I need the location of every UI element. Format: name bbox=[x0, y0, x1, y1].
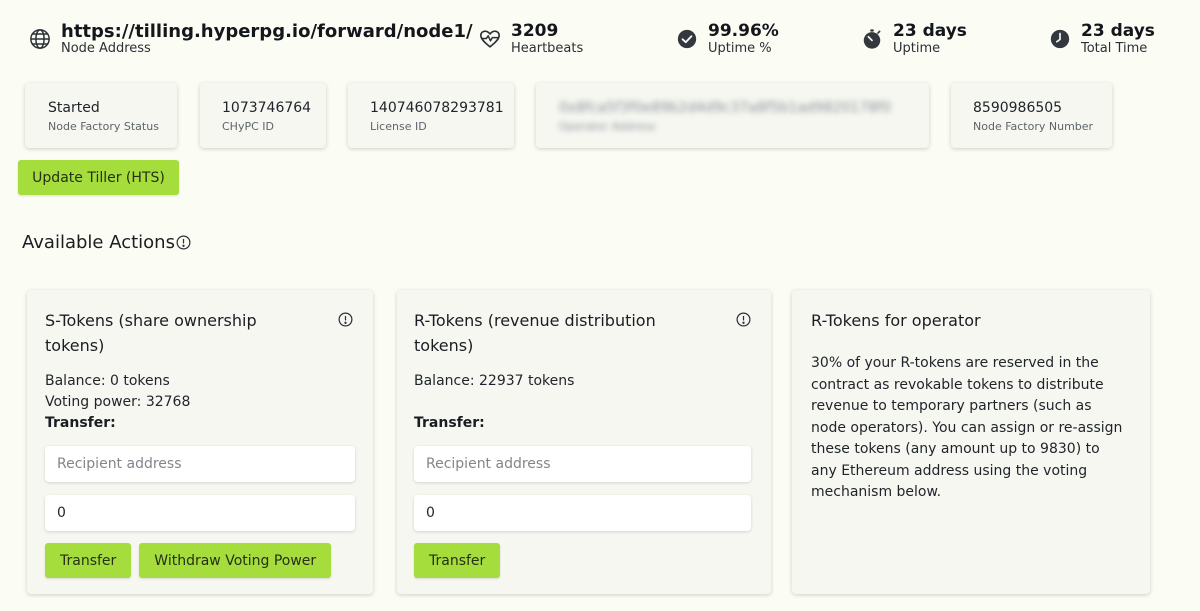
s-tokens-balance: Balance: 0 tokens bbox=[45, 373, 170, 389]
node-factory-number-label: Node Factory Number bbox=[973, 120, 1094, 133]
update-tiller-button[interactable]: Update Tiller (HTS) bbox=[18, 160, 179, 195]
node-factory-status-label: Node Factory Status bbox=[48, 120, 159, 133]
node-address-value: https://tilling.hyperpg.io/forward/node1… bbox=[61, 21, 473, 42]
total-time-value: 23 days bbox=[1081, 21, 1155, 41]
check-circle-icon bbox=[676, 28, 698, 50]
node-factory-status-value: Started bbox=[48, 100, 100, 116]
license-id-value: 140746078293781 bbox=[370, 100, 504, 116]
uptime-label: Uptime bbox=[893, 41, 941, 56]
uptime-percent-label: Uptime % bbox=[708, 41, 772, 56]
globe-icon bbox=[29, 28, 51, 50]
r-tokens-transfer-label: Transfer: bbox=[414, 415, 485, 431]
heartbeat-icon bbox=[479, 28, 501, 50]
uptime-value: 23 days bbox=[893, 21, 967, 41]
total-time-label: Total Time bbox=[1081, 41, 1148, 56]
info-icon[interactable] bbox=[338, 312, 353, 327]
r-tokens-operator-card: R-Tokens for operator 30% of your R-toke… bbox=[792, 290, 1150, 594]
node-address-label: Node Address bbox=[61, 41, 151, 56]
uptime-stat: 23 days Uptime bbox=[861, 21, 967, 56]
operator-address-label: Operator Address bbox=[559, 120, 656, 133]
s-tokens-transfer-label: Transfer: bbox=[45, 415, 116, 431]
s-tokens-recipient-input[interactable] bbox=[45, 446, 355, 482]
heartbeats-label: Heartbeats bbox=[511, 41, 584, 56]
info-icon[interactable] bbox=[736, 312, 751, 327]
node-address-stat: https://tilling.hyperpg.io/forward/node1… bbox=[29, 21, 473, 56]
r-tokens-amount-input[interactable] bbox=[414, 495, 751, 531]
r-tokens-operator-description: 30% of your R-tokens are reserved in the… bbox=[811, 355, 1123, 500]
node-factory-number-card: 8590986505 Node Factory Number bbox=[951, 83, 1112, 148]
info-icon[interactable] bbox=[176, 235, 191, 250]
s-tokens-card: S-Tokens (share ownership tokens) Balanc… bbox=[27, 290, 373, 594]
node-factory-number-value: 8590986505 bbox=[973, 100, 1063, 116]
s-tokens-voting-power: Voting power: 32768 bbox=[45, 394, 191, 410]
s-tokens-title: S-Tokens (share ownership tokens) bbox=[45, 311, 257, 355]
operator-address-value: 0x8fca5f3f0e89b2d4d9c37a8f5b1ad9820178f0 bbox=[559, 100, 891, 116]
heartbeats-value: 3209 bbox=[511, 21, 559, 41]
chypc-id-card: 1073746764 CHyPC ID bbox=[200, 83, 326, 148]
stopwatch-icon bbox=[861, 28, 883, 50]
total-time-stat: 23 days Total Time bbox=[1049, 21, 1155, 56]
chypc-id-label: CHyPC ID bbox=[222, 120, 274, 133]
uptime-percent-stat: 99.96% Uptime % bbox=[676, 21, 779, 56]
operator-address-card: 0x8fca5f3f0e89b2d4d9c37a8f5b1ad9820178f0… bbox=[536, 83, 929, 148]
r-tokens-card: R-Tokens (revenue distribution tokens) B… bbox=[397, 290, 771, 594]
s-tokens-transfer-button[interactable]: Transfer bbox=[45, 543, 132, 578]
license-id-label: License ID bbox=[370, 120, 427, 133]
r-tokens-title: R-Tokens (revenue distribution tokens) bbox=[414, 311, 656, 355]
r-tokens-balance: Balance: 22937 tokens bbox=[414, 373, 575, 389]
available-actions-heading: Available Actions bbox=[22, 232, 191, 253]
clock-icon bbox=[1049, 28, 1071, 50]
available-actions-title: Available Actions bbox=[22, 232, 175, 253]
r-tokens-operator-title: R-Tokens for operator bbox=[811, 311, 981, 330]
r-tokens-transfer-button[interactable]: Transfer bbox=[414, 543, 501, 578]
uptime-percent-value: 99.96% bbox=[708, 21, 779, 41]
s-tokens-amount-input[interactable] bbox=[45, 495, 355, 531]
chypc-id-value: 1073746764 bbox=[222, 100, 312, 116]
withdraw-voting-power-button[interactable]: Withdraw Voting Power bbox=[139, 543, 332, 578]
r-tokens-recipient-input[interactable] bbox=[414, 446, 751, 482]
node-factory-status-card: Started Node Factory Status bbox=[25, 83, 177, 148]
heartbeats-stat: 3209 Heartbeats bbox=[479, 21, 583, 56]
license-id-card: 140746078293781 License ID bbox=[348, 83, 514, 148]
